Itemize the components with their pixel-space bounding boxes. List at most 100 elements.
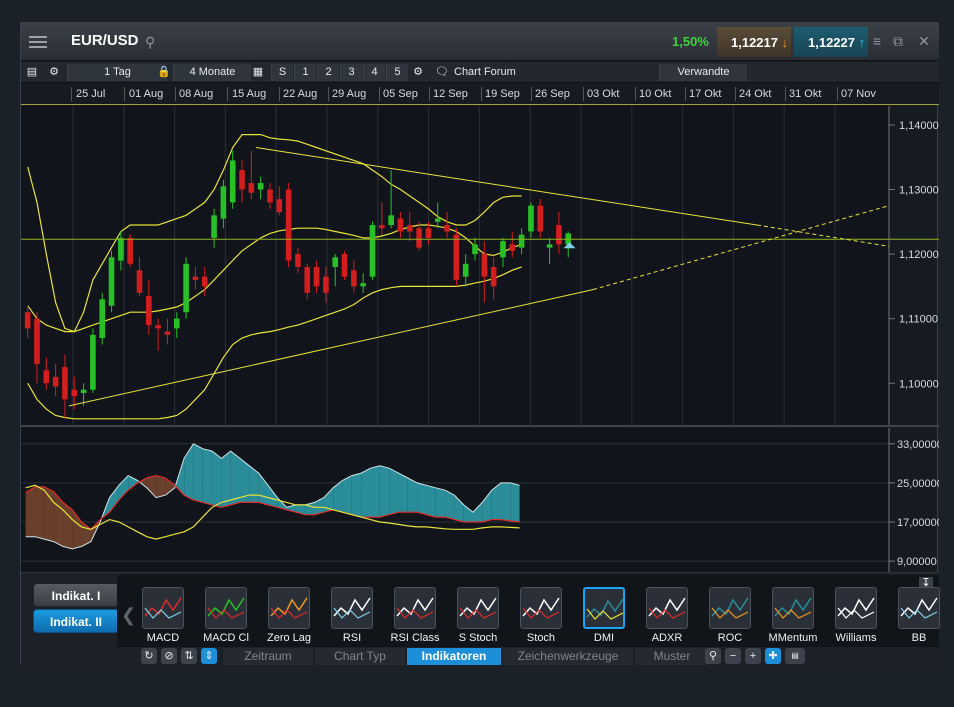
candle-body [257, 183, 264, 190]
date-label: 25 Jul [76, 88, 106, 100]
symbol-title[interactable]: EUR/USD [71, 32, 139, 49]
indicator-label: Zero Lag [266, 632, 312, 644]
indicator-tick-label: 33,00000 [897, 439, 939, 451]
quick-3[interactable]: 3 [340, 64, 362, 81]
range-select[interactable]: 4 Monate [173, 64, 251, 81]
crosshair-icon[interactable]: ✚ [765, 648, 781, 664]
tab-muster[interactable]: Muster [635, 648, 709, 665]
related-button[interactable]: Verwandte [659, 64, 747, 81]
tab-indicators-2[interactable]: Indikat. II [33, 609, 119, 633]
candle-body [276, 199, 283, 213]
indicator-thumbnail-icon [520, 587, 562, 629]
tab-chart-typ[interactable]: Chart Typ [315, 648, 405, 665]
quick-1[interactable]: 1 [294, 64, 316, 81]
indicator-label: Stoch [526, 632, 556, 644]
dmi-fill-segment [212, 451, 222, 508]
tab-zeitraum[interactable]: Zeitraum [223, 648, 313, 665]
date-label: 29 Aug [332, 88, 367, 100]
dmi-fill-segment [407, 478, 418, 513]
indicator-card[interactable]: Zero Lag [261, 583, 317, 645]
indicator-card[interactable]: MACD Cl [198, 583, 254, 645]
candle-body [164, 331, 171, 335]
candle-body [220, 186, 227, 219]
lock-icon[interactable]: 🔒 [156, 64, 172, 81]
indicator-card[interactable]: BB [891, 583, 947, 645]
candle-body [369, 225, 376, 277]
price-tick-label: 1,13000 [899, 185, 939, 197]
indicator-label: MACD [146, 632, 180, 644]
indicator-card[interactable]: MACD [135, 583, 191, 645]
candle-body [518, 234, 525, 248]
quick-s[interactable]: S [271, 64, 293, 81]
candle-body [341, 254, 348, 277]
quick-5[interactable]: 5 [386, 64, 408, 81]
indicator-label: BB [911, 632, 927, 644]
candle-body [304, 267, 311, 293]
indicator-thumbnail-icon [457, 587, 499, 629]
candle-body [434, 218, 441, 222]
indicator-label: ROC [717, 632, 743, 644]
indicator-thumbnail-icon [646, 587, 688, 629]
indicator-label: ADXR [651, 632, 683, 644]
zoom-out-icon[interactable]: − [725, 648, 741, 664]
search-icon[interactable]: ⚲ [145, 34, 155, 51]
date-label: 19 Sep [485, 88, 520, 100]
sell-price-button[interactable]: 1,12217 ↓ [717, 27, 791, 57]
quick-2[interactable]: 2 [317, 64, 339, 81]
menu-icon[interactable] [29, 33, 47, 49]
dmi-fill-segment [193, 443, 203, 503]
indicator-card[interactable]: ROC [702, 583, 758, 645]
dmi-fill-segment [34, 486, 45, 540]
candle-body [62, 367, 68, 400]
candle-body [71, 389, 78, 397]
chart-forum-button[interactable]: Chart Forum [454, 64, 534, 81]
settings-gear-icon[interactable]: ⚙ [409, 64, 427, 81]
tab-indikatoren[interactable]: Indikatoren [407, 648, 501, 665]
gear-icon[interactable]: ⚙ [46, 64, 62, 81]
refresh-icon[interactable]: ↻ [141, 648, 157, 664]
resize-handle-icon[interactable]: ≡ [867, 29, 887, 53]
close-icon[interactable]: ✕ [914, 29, 934, 53]
quick-4[interactable]: 4 [363, 64, 385, 81]
buy-price-button[interactable]: 1,12227 ↑ [794, 27, 868, 57]
candle-body [462, 263, 469, 277]
chevron-left-icon[interactable]: ❮ [121, 605, 136, 626]
date-label: 01 Aug [129, 88, 164, 100]
down-arrow-icon: ↓ [781, 35, 789, 50]
indicator-card[interactable]: RSI [324, 583, 380, 645]
indicator-thumbnail-icon [583, 587, 625, 629]
data-window-icon[interactable]: ▤ [785, 648, 805, 664]
zoom-in-icon[interactable]: + [745, 648, 761, 664]
date-label: 03 Okt [587, 88, 620, 100]
zoom-search-icon[interactable]: ⚲ [705, 648, 721, 664]
candle-body [313, 267, 320, 287]
candle-body [490, 267, 497, 287]
indicator-card[interactable]: S Stoch [450, 583, 506, 645]
chart-area[interactable]: 1,14000 1,13000 1,12000 1,11000 1,10000 33,0… [21, 106, 939, 572]
candle-body [397, 218, 404, 232]
candle-body [528, 205, 534, 232]
date-label: 15 Aug [232, 88, 267, 100]
interval-select[interactable]: 1 Tag [67, 64, 167, 81]
indicator-card[interactable]: Williams [828, 583, 884, 645]
tab-zeichenwerkzeuge[interactable]: Zeichenwerkzeuge [503, 648, 633, 665]
block-icon[interactable]: ⊘ [161, 648, 177, 664]
candle-body [34, 318, 40, 364]
dmi-fill-segment [351, 473, 362, 518]
indicator-label: S Stoch [458, 632, 498, 644]
indicator-card[interactable]: RSI Class [387, 583, 443, 645]
indicator-card[interactable]: ADXR [639, 583, 695, 645]
indicator-thumbnail-icon [142, 587, 184, 629]
tab-indicators-1[interactable]: Indikat. I [33, 583, 119, 607]
list-icon[interactable]: ▤ [24, 64, 40, 81]
chat-bubble-icon[interactable]: 🗨 [433, 64, 451, 81]
sort-icon[interactable]: ⇕ [201, 648, 217, 664]
buy-price: 1,12227 [808, 35, 855, 50]
change-percent: 1,50% [672, 34, 709, 49]
indicator-card[interactable]: MMentum [765, 583, 821, 645]
indicator-card[interactable]: Stoch [513, 583, 569, 645]
indicator-card[interactable]: DMI [576, 583, 632, 645]
popout-icon[interactable]: ⧉ [888, 29, 908, 53]
swap-icon[interactable]: ⇅ [181, 648, 197, 664]
calendar-icon[interactable]: ▦ [250, 64, 266, 81]
